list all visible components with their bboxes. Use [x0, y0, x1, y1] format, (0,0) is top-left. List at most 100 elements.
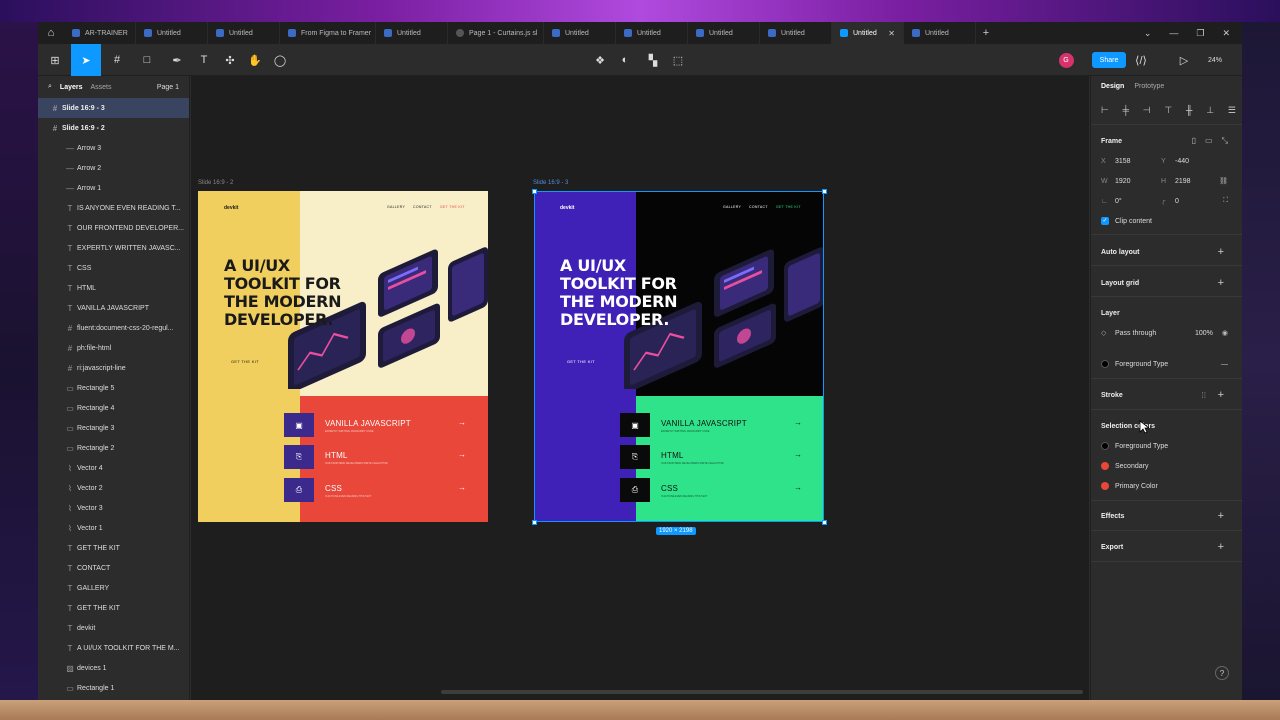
layer-row[interactable]: # ri:javascript-line — [38, 358, 189, 378]
layer-row[interactable]: T GET THE KIT — [38, 598, 189, 618]
tab-prototype[interactable]: Prototype — [1134, 83, 1164, 90]
layer-row[interactable]: T GALLERY — [38, 578, 189, 598]
add-stroke-icon[interactable]: + — [1218, 389, 1224, 401]
resize-to-fit-icon[interactable]: ⤡ — [1222, 136, 1228, 146]
layer-row[interactable]: ⌇ Vector 2 — [38, 478, 189, 498]
layer-row[interactable]: Tdevkit — [38, 618, 189, 638]
slide-2-frame[interactable]: devkit GALLERY CONTACT GET THE KIT A UI/… — [198, 191, 488, 522]
minimize-icon[interactable]: — — [1169, 28, 1178, 39]
tab-11[interactable]: Untitled — [904, 22, 976, 44]
help-icon[interactable]: ? — [1215, 666, 1229, 680]
corner-radius-input[interactable]: 0 — [1175, 198, 1179, 205]
layer-row[interactable]: # ph:file-html — [38, 338, 189, 358]
add-auto-layout-icon[interactable]: + — [1218, 246, 1224, 258]
layer-row[interactable]: T EXPERTLY WRITTEN JAVASC... — [38, 238, 189, 258]
tab-1[interactable]: Untitled — [136, 22, 208, 44]
layer-row[interactable]: # fluent:document-css-20-regul... — [38, 318, 189, 338]
play-icon[interactable]: ▷ — [1176, 44, 1192, 76]
align-bottom-icon[interactable]: ⊥ — [1206, 105, 1214, 116]
align-center-h-icon[interactable]: ╪ — [1123, 105, 1129, 115]
tab-4[interactable]: Untitled — [376, 22, 448, 44]
new-tab-icon[interactable]: + — [976, 27, 996, 39]
boolean-icon[interactable]: ▚ — [641, 44, 665, 76]
portrait-icon[interactable]: ▯ — [1192, 136, 1196, 146]
rotation-input[interactable]: 0° — [1115, 198, 1161, 205]
layer-row[interactable]: T IS ANYONE EVEN READING T... — [38, 198, 189, 218]
frame-label-slide-3[interactable]: Slide 16:9 - 3 — [533, 180, 568, 186]
layer-row[interactable]: — Arrow 3 — [38, 138, 189, 158]
layer-row[interactable]: ▭ Rectangle 2 — [38, 438, 189, 458]
tab-10-active[interactable]: Untitled ✕ — [832, 22, 904, 44]
layer-row[interactable]: T GET THE KIT — [38, 538, 189, 558]
pen-tool-icon[interactable]: ✒ — [164, 44, 190, 76]
fill-style-name[interactable]: Foreground Type — [1115, 361, 1168, 368]
fill-swatch[interactable] — [1101, 360, 1109, 368]
selection-color-row[interactable]: Foreground Type — [1101, 439, 1236, 453]
crop-icon[interactable]: ⬚ — [668, 44, 688, 76]
tab-2[interactable]: Untitled — [208, 22, 280, 44]
slide-3-frame[interactable]: devkit GALLERY CONTACT GET THE KIT A UI/… — [534, 191, 824, 522]
layer-row[interactable]: — Arrow 1 — [38, 178, 189, 198]
mask-icon[interactable]: ◐ — [615, 44, 635, 76]
w-input[interactable]: 1920 — [1115, 178, 1161, 185]
restore-icon[interactable]: ❐ — [1196, 28, 1204, 39]
clip-content-row[interactable]: ✓ Clip content — [1101, 214, 1236, 228]
search-icon[interactable]: ⌕ — [48, 83, 52, 91]
selection-color-row[interactable]: Secondary — [1101, 459, 1236, 473]
tab-assets[interactable]: Assets — [91, 84, 112, 91]
close-tab-icon[interactable]: ✕ — [888, 29, 895, 38]
align-left-icon[interactable]: ⊢ — [1101, 105, 1109, 116]
remove-fill-icon[interactable]: — — [1221, 361, 1228, 368]
tab-9[interactable]: Untitled — [760, 22, 832, 44]
add-effect-icon[interactable]: + — [1218, 510, 1224, 522]
blend-mode-dropdown[interactable]: Pass through — [1115, 330, 1195, 337]
hand-tool-icon[interactable]: ✋ — [243, 44, 267, 76]
selection-color-row[interactable]: Primary Color — [1101, 479, 1236, 493]
frame-tool-icon[interactable]: # — [104, 44, 130, 76]
layer-row[interactable]: ⌇ Vector 1 — [38, 518, 189, 538]
visibility-eye-icon[interactable]: ◉ — [1222, 329, 1228, 337]
layer-row[interactable]: ⌇ Vector 4 — [38, 458, 189, 478]
zoom-dropdown[interactable]: 24% — [1198, 44, 1232, 76]
main-menu-icon[interactable]: ⊞ — [42, 44, 68, 76]
canvas[interactable]: Slide 16:9 - 2 Slide 16:9 - 3 devkit GAL… — [191, 76, 1089, 700]
comment-tool-icon[interactable]: ◯ — [268, 44, 292, 76]
color-swatch[interactable] — [1101, 482, 1109, 490]
move-tool-icon[interactable]: ➤ — [71, 44, 101, 76]
resize-handle-br[interactable] — [822, 520, 827, 525]
y-input[interactable]: -440 — [1175, 158, 1189, 165]
horizontal-scrollbar[interactable] — [441, 690, 1083, 694]
avatar[interactable]: G — [1056, 44, 1076, 76]
tab-layers[interactable]: Layers — [60, 84, 83, 91]
distribute-icon[interactable]: ☰ — [1228, 105, 1236, 116]
layer-row[interactable]: T CONTACT — [38, 558, 189, 578]
layer-row[interactable]: T HTML — [38, 278, 189, 298]
color-swatch[interactable] — [1101, 442, 1109, 450]
layer-row[interactable]: — Arrow 2 — [38, 158, 189, 178]
components-icon[interactable]: ✣ — [218, 44, 242, 76]
layer-row[interactable]: ▭ Rectangle 5 — [38, 378, 189, 398]
tab-design[interactable]: Design — [1101, 83, 1124, 90]
text-tool-icon[interactable]: T — [192, 44, 216, 76]
layer-row[interactable]: T VANILLA JAVASCRIPT — [38, 298, 189, 318]
layer-frame-slide-3[interactable]: # Slide 16:9 - 3 — [38, 98, 189, 118]
frame-label[interactable]: Frame — [1101, 138, 1122, 145]
layer-row[interactable]: ▭ Rectangle 4 — [38, 398, 189, 418]
tab-0[interactable]: AR-TRAINER — [64, 22, 136, 44]
independent-corners-icon[interactable]: ⛶ — [1223, 197, 1228, 205]
tab-3[interactable]: From Figma to Framer — [280, 22, 376, 44]
dev-mode-icon[interactable]: ⟨/⟩ — [1131, 44, 1151, 76]
checkbox-checked-icon[interactable]: ✓ — [1101, 217, 1109, 225]
align-right-icon[interactable]: ⊣ — [1143, 105, 1151, 116]
page-selector[interactable]: Page 1 — [157, 84, 179, 91]
layer-row[interactable]: ⌇ Vector 3 — [38, 498, 189, 518]
frame-label-slide-2[interactable]: Slide 16:9 - 2 — [198, 180, 233, 186]
tab-7[interactable]: Untitled — [616, 22, 688, 44]
component-icon[interactable]: ❖ — [590, 44, 610, 76]
constrain-proportions-icon[interactable]: ⛓ — [1219, 177, 1228, 185]
landscape-icon[interactable]: ▭ — [1205, 136, 1213, 146]
color-swatch[interactable] — [1101, 462, 1109, 470]
layer-row[interactable]: T CSS — [38, 258, 189, 278]
tab-6[interactable]: Untitled — [544, 22, 616, 44]
opacity-input[interactable]: 100% — [1195, 330, 1213, 337]
